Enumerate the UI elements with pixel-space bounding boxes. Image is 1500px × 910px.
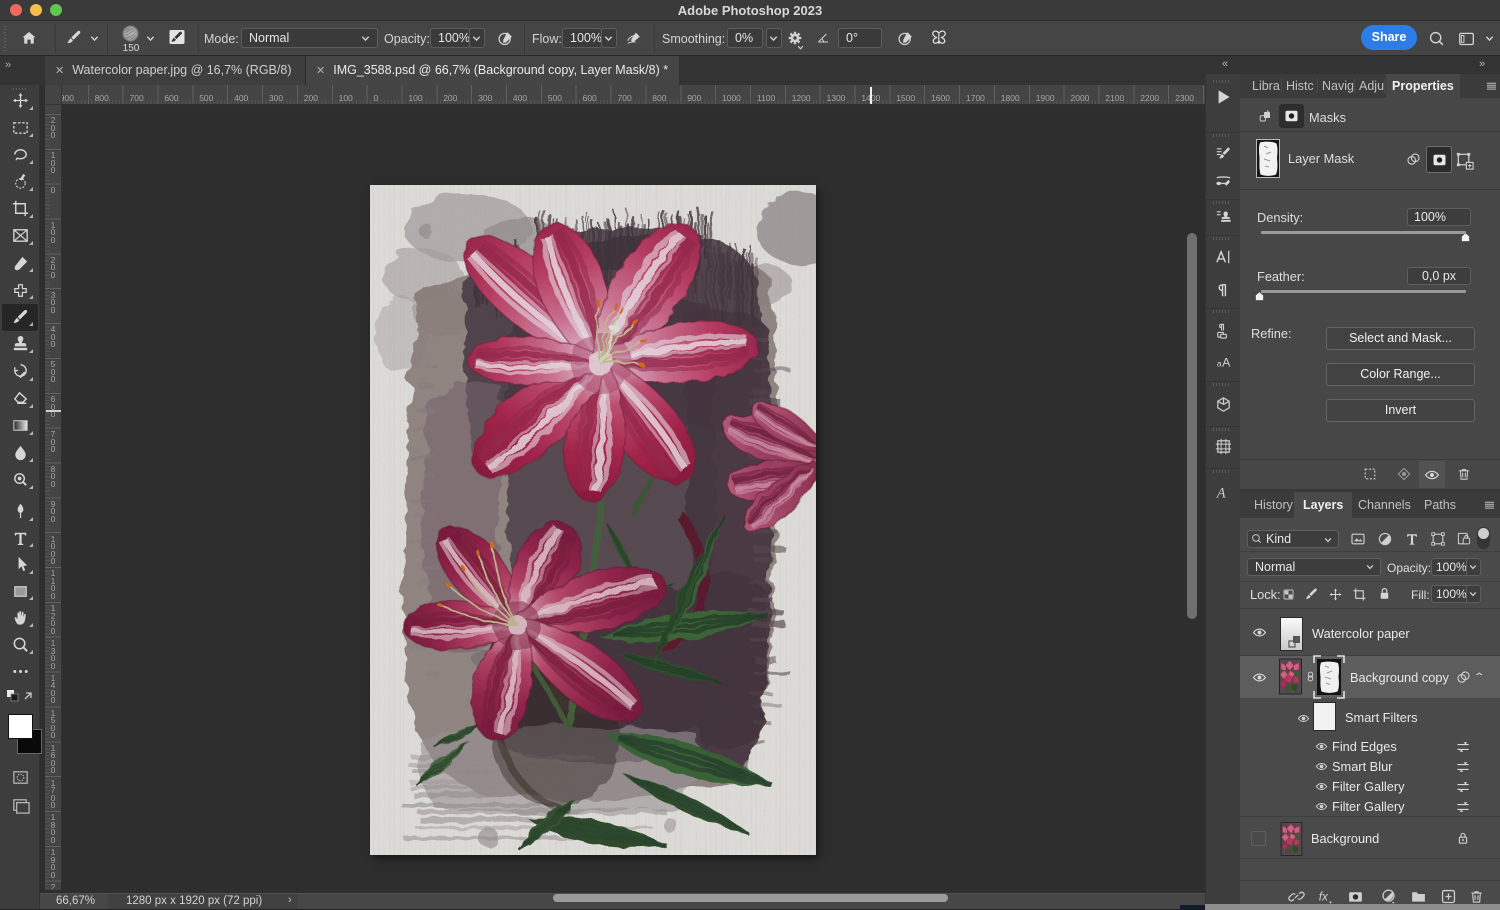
svg-text:A: A bbox=[1222, 355, 1231, 369]
svg-text:a: a bbox=[1216, 358, 1221, 368]
svg-text:fx: fx bbox=[1319, 890, 1329, 904]
svg-text:A: A bbox=[1215, 485, 1225, 501]
